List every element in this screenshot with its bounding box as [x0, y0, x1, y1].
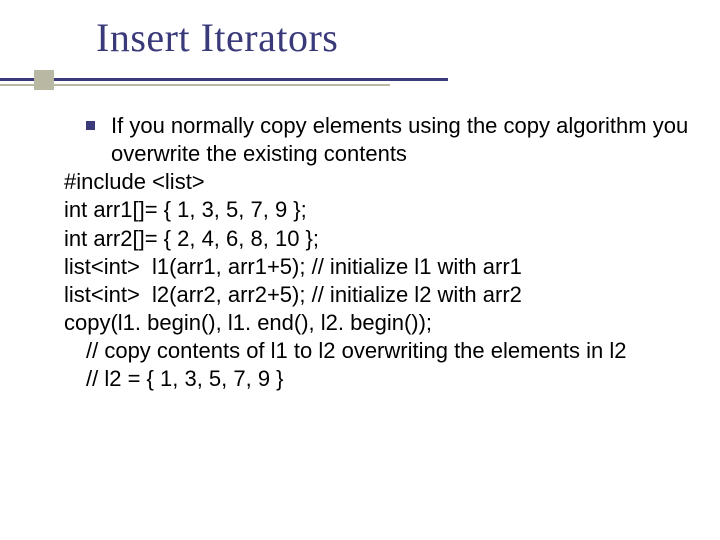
title-area: Insert Iterators [0, 14, 720, 67]
code-line: list<int> l2(arr2, arr2+5); // initializ… [64, 281, 692, 309]
code-line: int arr1[]= { 1, 3, 5, 7, 9 }; [64, 196, 692, 224]
code-line: // copy contents of l1 to l2 overwriting… [64, 337, 692, 365]
title-rule-light [0, 84, 390, 86]
code-line: list<int> l1(arr1, arr1+5); // initializ… [64, 253, 692, 281]
title-accent-square [34, 70, 54, 90]
slide-title: Insert Iterators [96, 14, 720, 61]
bullet-text: If you normally copy elements using the … [111, 112, 692, 168]
bullet-item: If you normally copy elements using the … [64, 112, 692, 168]
title-rule-dark [0, 78, 448, 81]
code-line: int arr2[]= { 2, 4, 6, 8, 10 }; [64, 225, 692, 253]
code-line: #include <list> [64, 168, 692, 196]
slide-body: If you normally copy elements using the … [64, 112, 692, 394]
square-bullet-icon [86, 121, 95, 130]
code-line: // l2 = { 1, 3, 5, 7, 9 } [64, 365, 692, 393]
slide: Insert Iterators If you normally copy el… [0, 0, 720, 540]
code-line: copy(l1. begin(), l1. end(), l2. begin()… [64, 309, 692, 337]
